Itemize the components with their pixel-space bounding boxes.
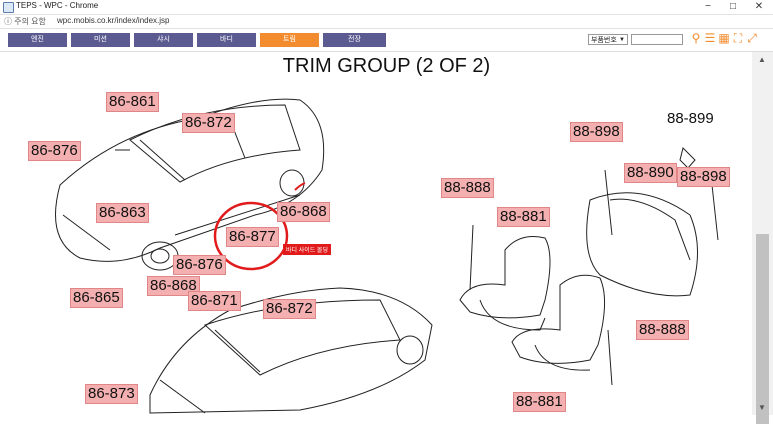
part-label[interactable]: 88-888 [441,178,494,198]
vertical-scrollbar[interactable]: ▲ ▼ [752,52,773,424]
part-label[interactable]: 88-881 [513,392,566,412]
part-label[interactable]: 86-863 [96,203,149,223]
part-label[interactable]: 88-898 [677,167,730,187]
part-label[interactable]: 86-876 [173,255,226,275]
part-label[interactable]: 86-873 [85,384,138,404]
part-label[interactable]: 88-899 [667,110,714,127]
diagram-title: TRIM GROUP (2 OF 2) [282,55,491,77]
scroll-down-icon[interactable]: ▼ [758,403,766,412]
part-label[interactable]: 88-890 [624,163,677,183]
part-label[interactable]: 88-898 [570,122,623,142]
part-label[interactable]: 86-876 [28,141,81,161]
part-label[interactable]: 86-872 [263,299,316,319]
scroll-up-icon[interactable]: ▲ [758,55,766,64]
part-label[interactable]: 88-881 [497,207,550,227]
part-label[interactable]: 86-871 [188,291,241,311]
scrollbar-thumb[interactable] [756,234,769,424]
part-label[interactable]: 86-877 [226,227,279,247]
part-label[interactable]: 86-872 [182,113,235,133]
part-label[interactable]: 86-865 [70,288,123,308]
part-label[interactable]: 86-861 [106,92,159,112]
part-annotation: 바디 사이드 몰딩 [283,244,331,255]
part-label[interactable]: 88-888 [636,320,689,340]
part-label[interactable]: 86-868 [277,202,330,222]
